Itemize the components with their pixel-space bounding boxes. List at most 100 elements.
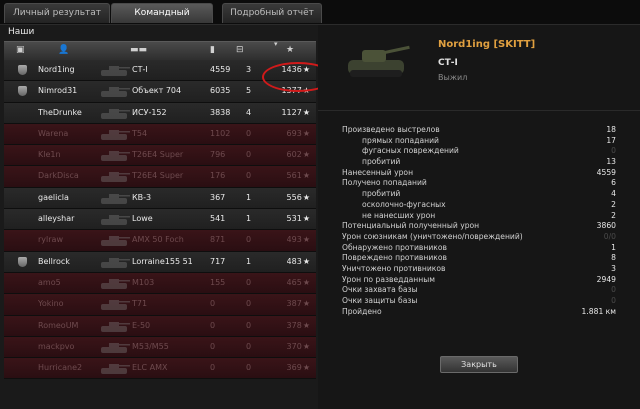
damage-cell: 0 xyxy=(210,299,216,309)
star-icon: ★ xyxy=(302,320,310,330)
damage-cell: 796 xyxy=(210,150,226,160)
tank-image xyxy=(348,45,410,77)
tank-name-cell: M53/M55 xyxy=(132,341,169,351)
tank-name-cell: ELC AMX xyxy=(132,363,168,373)
stat-row: пробитий 13 xyxy=(342,157,616,168)
stat-label: Уничтожено противников xyxy=(342,263,446,273)
medal-icon xyxy=(18,65,27,75)
stat-value: 1 xyxy=(611,242,616,252)
stat-label: Получено попаданий xyxy=(342,178,427,188)
tank-icon xyxy=(101,215,130,226)
star-icon: ★ xyxy=(302,107,310,117)
tank-icon xyxy=(101,278,130,289)
damage-cell: 0 xyxy=(210,363,216,373)
stat-label: Потенциальный полученный урон xyxy=(342,221,480,231)
kills-cell: 0 xyxy=(246,128,252,138)
tank-icon xyxy=(101,129,130,140)
tab-personal-result[interactable]: Личный результат xyxy=(4,3,110,23)
xp-cell: 561★ xyxy=(287,166,310,186)
table-row[interactable]: TheDrunke ИСУ-152 3838 4 1127★ xyxy=(4,102,316,124)
kills-cell: 0 xyxy=(246,235,252,245)
xp-value: 531 xyxy=(286,214,302,224)
tab-team-result[interactable]: Командный результат xyxy=(111,3,213,37)
stat-value: 3860 xyxy=(596,221,616,231)
damage-cell: 367 xyxy=(210,192,226,202)
tank-name-cell: T71 xyxy=(132,299,148,309)
table-row[interactable]: Hurricane2 ELC AMX 0 0 369★ xyxy=(4,358,316,380)
xp-value: 483 xyxy=(286,256,302,266)
table-row[interactable]: DarkDisca T26E4 Super 176 0 561★ xyxy=(4,166,316,188)
star-icon: ★ xyxy=(302,235,310,245)
stat-value: 4559 xyxy=(596,167,616,177)
stat-value: 0 xyxy=(611,296,616,305)
star-icon: ★ xyxy=(302,277,310,287)
xp-value: 387 xyxy=(286,299,302,309)
player-column-icon[interactable]: 👤 xyxy=(58,45,69,55)
xp-cell: 556★ xyxy=(287,188,310,208)
table-row[interactable]: alleyshar Lowe 541 1 531★ xyxy=(4,209,316,231)
tank-icon xyxy=(101,300,130,311)
stat-row: Нанесенный урон 4559 xyxy=(342,168,616,179)
stat-value: 2 xyxy=(611,210,616,220)
stat-value: 4 xyxy=(611,189,616,199)
tank-icon xyxy=(101,364,130,375)
tank-icon xyxy=(101,236,130,247)
tank-icon xyxy=(101,193,130,204)
kills-cell: 0 xyxy=(246,320,252,330)
player-name-cell: amo5 xyxy=(38,277,61,287)
xp-value: 465 xyxy=(286,277,302,287)
table-row[interactable]: RomeoUM E-50 0 0 378★ xyxy=(4,315,316,337)
stat-value: 0 xyxy=(611,146,616,156)
tank-name-cell: T26E4 Super xyxy=(132,150,184,160)
player-name-cell: gaelicla xyxy=(38,192,69,202)
stat-label: прямых попаданий xyxy=(362,135,439,145)
star-icon: ★ xyxy=(302,214,310,224)
table-row[interactable]: amo5 M103 155 0 465★ xyxy=(4,272,316,295)
damage-column-icon[interactable]: ▮ xyxy=(210,45,215,55)
player-status: Выжил xyxy=(438,73,468,82)
tank-icon xyxy=(101,321,130,332)
table-row[interactable]: Warena T54 1102 0 693★ xyxy=(4,123,316,146)
stat-row: фугасных повреждений 0 xyxy=(342,146,616,157)
stat-label: Очки защиты базы xyxy=(342,296,418,305)
medal-icon xyxy=(18,256,27,267)
xp-cell: 465★ xyxy=(287,273,310,293)
player-name-cell: DarkDisca xyxy=(38,171,79,181)
table-row[interactable]: Yokino T71 0 0 387★ xyxy=(4,294,316,316)
table-row[interactable]: gaelicla КВ-3 367 1 556★ xyxy=(4,187,316,210)
xp-column-star-icon[interactable]: ★ xyxy=(286,45,294,55)
tank-name-cell: Lowe xyxy=(132,214,153,224)
xp-cell: 602★ xyxy=(287,145,310,165)
tank-name-cell: E-50 xyxy=(132,320,151,330)
player-name: Nord1ing [SKITT] xyxy=(438,39,536,50)
tank-column-icon[interactable]: ▬▬ xyxy=(130,45,147,55)
stat-row: Урон по разведданным 2949 xyxy=(342,275,616,286)
close-button[interactable]: Закрыть xyxy=(440,356,518,373)
xp-value: 370 xyxy=(286,341,302,351)
xp-cell: 387★ xyxy=(287,294,310,314)
stat-label: пробитий xyxy=(362,157,401,167)
stat-row: Повреждено противников 8 xyxy=(342,253,616,264)
xp-cell: 1127★ xyxy=(281,103,310,123)
table-row[interactable]: mackpvo M53/M55 0 0 370★ xyxy=(4,336,316,359)
player-name-cell: Bellrock xyxy=(38,256,70,266)
table-row[interactable]: Bellrock Lorraine155 51 717 1 483★ xyxy=(4,251,316,273)
star-icon: ★ xyxy=(302,256,310,266)
stat-value: 17 xyxy=(606,135,616,145)
damage-cell: 6035 xyxy=(210,86,231,96)
xp-cell: 370★ xyxy=(287,337,310,357)
tab-detailed-report[interactable]: Подробный отчёт xyxy=(222,3,322,23)
stat-label: фугасных повреждений xyxy=(362,146,459,156)
tank-icon xyxy=(101,87,130,98)
divider xyxy=(318,110,640,111)
medal-column-icon[interactable]: ▣ xyxy=(16,45,25,55)
damage-cell: 871 xyxy=(210,235,226,245)
kills-column-icon[interactable]: ⊟ xyxy=(236,45,244,55)
tank-name-cell: AMX 50 Foch xyxy=(132,235,184,245)
damage-cell: 541 xyxy=(210,214,226,224)
kills-cell: 0 xyxy=(246,299,252,309)
tank-name-cell: КВ-3 xyxy=(132,192,152,202)
tab-bar: Личный результат Командный результат Под… xyxy=(0,0,640,37)
table-row[interactable]: rylraw AMX 50 Foch 871 0 493★ xyxy=(4,230,316,252)
table-row[interactable]: Kle1n T26E4 Super 796 0 602★ xyxy=(4,145,316,167)
